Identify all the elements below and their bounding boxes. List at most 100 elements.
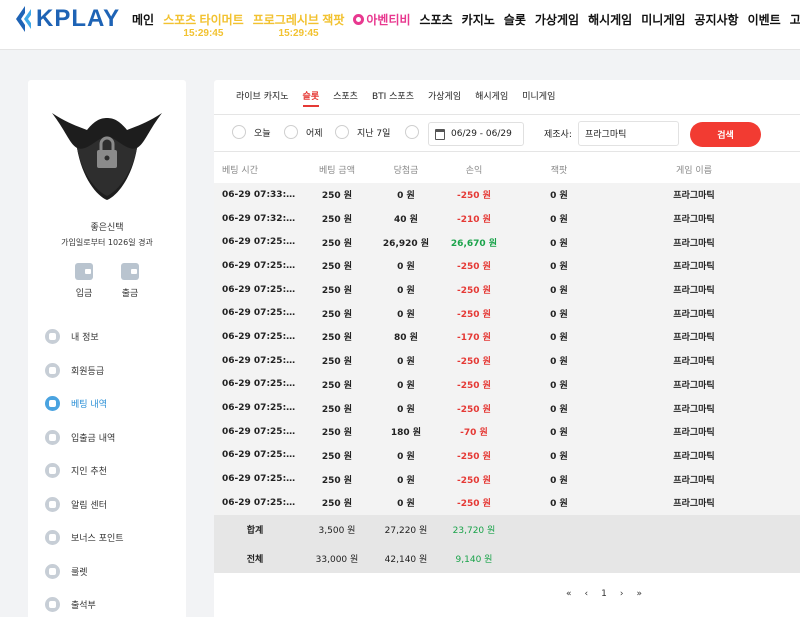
menu-item-icon (45, 530, 60, 546)
radio-circle (284, 125, 298, 139)
table-row: 06-29 07:32:… 250 원 40 원 -210 원 0 원 프라그마틱 (214, 206, 800, 231)
maker-input[interactable] (578, 121, 679, 146)
tab[interactable]: BTI 스포츠 (372, 89, 414, 107)
table-header: 베팅 시간 베팅 금액 당첨금 손익 잭팟 게임 이름 (214, 156, 800, 183)
table-cell: -250 원 (457, 404, 491, 415)
summary-cell: 23,720 원 (452, 525, 496, 536)
table-cell: 0 원 (397, 357, 415, 368)
nav-item-label: 미니게임 (641, 13, 686, 27)
nav-item[interactable]: 가상게임 (535, 11, 579, 28)
sidebar-item[interactable]: 내 정보 (45, 320, 124, 354)
tab[interactable]: 슬롯 (302, 89, 319, 107)
menu-item-icon (45, 463, 60, 479)
menu-item-icon (45, 429, 60, 445)
table-cell: -250 원 (457, 191, 491, 202)
table-cell: 06-29 07:25:… (222, 284, 296, 295)
nav-item[interactable]: 스포츠 타이머트 15:29:45 (163, 11, 244, 39)
summary-cell: 합계 (246, 525, 264, 536)
radio-circle (405, 125, 419, 139)
tab[interactable]: 라이브 카지노 (236, 89, 289, 107)
table-cell: 250 원 (321, 262, 353, 273)
table-cell: 0 원 (550, 333, 568, 344)
withdraw-label: 출금 (121, 289, 139, 299)
nav-item[interactable]: 카지노 (462, 11, 495, 28)
nav-item[interactable]: 아벤티비 (353, 11, 411, 28)
menu-item-icon (45, 597, 60, 613)
sidebar-item[interactable]: 보너스 포인트 (45, 521, 124, 555)
radio-today[interactable]: 오늘 (232, 125, 271, 139)
sidebar-item[interactable]: 출석부 (45, 588, 124, 617)
table-cell: 250 원 (321, 380, 353, 391)
table-cell: 80 원 (394, 333, 418, 344)
table-cell: 06-29 07:25:… (222, 426, 296, 437)
nav-item[interactable]: 해시게임 (588, 11, 632, 28)
radio-last7[interactable]: 지난 7일 (335, 125, 390, 139)
search-button[interactable]: 검색 (690, 122, 761, 147)
maker-label: 제조사: (544, 130, 572, 140)
last-page-button[interactable]: » (636, 589, 642, 599)
table-cell: 0 원 (397, 262, 415, 273)
nav-item[interactable]: 공지사항 (694, 11, 738, 28)
table-row: 06-29 07:25:… 250 원 0 원 -250 원 0 원 프라그마틱 (214, 348, 800, 373)
nav-item[interactable]: 슬롯 (504, 11, 526, 28)
sidebar-item[interactable]: 알림 센터 (45, 488, 124, 522)
table-cell: 250 원 (321, 357, 353, 368)
nav-item[interactable]: 프로그레시브 잭팟 15:29:45 (253, 11, 345, 39)
table-cell: 180 원 (390, 428, 422, 439)
table-cell: 250 원 (321, 309, 353, 320)
sidebar-item-label: 회원등급 (71, 366, 105, 377)
table-cell: -70 원 (460, 428, 488, 439)
sidebar-menu: 내 정보회원등급베팅 내역 입출금 내역 지인 추천 알림 센터 보너스 포인트룰렛출석… (45, 320, 124, 617)
sidebar-item-label: 룰렛 (71, 567, 88, 578)
sidebar-item[interactable]: 룰렛 (45, 555, 124, 589)
nav-item-label: 아벤티비 (366, 13, 411, 27)
nav-item-label: 메인 (132, 13, 155, 27)
table-cell: 250 원 (321, 215, 353, 226)
sidebar-item[interactable]: 회원등급 (45, 354, 124, 388)
table-cell: 0 원 (550, 238, 568, 249)
withdraw-button[interactable]: 출금 (110, 263, 150, 299)
nav-item[interactable]: 스포츠 (420, 11, 453, 28)
nav-item[interactable]: 미니게임 (641, 11, 685, 28)
tab[interactable]: 스포츠 (333, 89, 358, 107)
table-cell: 프라그마틱 (673, 475, 715, 486)
table-row: 06-29 07:25:… 250 원 0 원 -250 원 0 원 프라그마틱 (214, 490, 800, 515)
nav-item-label: 가상게임 (534, 13, 580, 27)
date-range-picker[interactable]: 06/29 - 06/29 (428, 122, 524, 146)
tab[interactable]: 가상게임 (428, 89, 461, 107)
avatar (52, 113, 162, 200)
table-cell: -170 원 (457, 333, 491, 344)
table-cell: 06-29 07:25:… (222, 403, 296, 414)
nav-timer: 15:29:45 (183, 28, 224, 39)
page-number[interactable]: 1 (601, 589, 607, 599)
nav-item-label: 스포츠 타이머트 (163, 13, 244, 27)
radio-yesterday-label: 어제 (306, 128, 323, 139)
first-page-button[interactable]: « (566, 589, 572, 599)
summary-row: 전체 33,000 원 42,140 원 9,140 원 (214, 543, 800, 573)
table-cell: 프라그마틱 (673, 191, 715, 202)
table-cell: 0 원 (397, 286, 415, 297)
logo[interactable]: KPLAY (14, 4, 120, 34)
table-cell: 40 원 (394, 215, 418, 226)
radio-yesterday[interactable]: 어제 (284, 125, 323, 139)
table-cell: 프라그마틱 (673, 286, 715, 297)
sidebar-item[interactable]: 지인 추천 (45, 454, 124, 488)
column-header: 게임 이름 (676, 166, 712, 176)
prev-page-button[interactable]: ‹ (585, 589, 589, 599)
next-page-button[interactable]: › (620, 589, 624, 599)
table-cell: 26,920 원 (382, 238, 430, 249)
nav-item[interactable]: 이벤트 (748, 11, 781, 28)
tab[interactable]: 미니게임 (522, 89, 555, 107)
sidebar: 좋은신택 가입일로부터 1026일 경과 입금 출금 내 정보 회원등급 베팅 내역… (28, 80, 186, 617)
radio-custom[interactable] (405, 125, 427, 139)
nav-item[interactable]: 메인 (132, 11, 154, 28)
table-cell: -250 원 (457, 357, 491, 368)
tab[interactable]: 해시게임 (475, 89, 508, 107)
sidebar-item[interactable]: 베팅 내역 (45, 387, 124, 421)
nav-item-label: 이벤트 (747, 13, 781, 27)
kplay-logo-icon (16, 6, 31, 32)
deposit-button[interactable]: 입금 (64, 263, 104, 299)
nav-item[interactable]: 고객센터 (790, 11, 800, 28)
top-header: KPLAY 메인 스포츠 타이머트 15:29:45 프로그레시브 잭팟 15:29:4… (0, 0, 800, 50)
sidebar-item[interactable]: 입출금 내역 (45, 421, 124, 455)
